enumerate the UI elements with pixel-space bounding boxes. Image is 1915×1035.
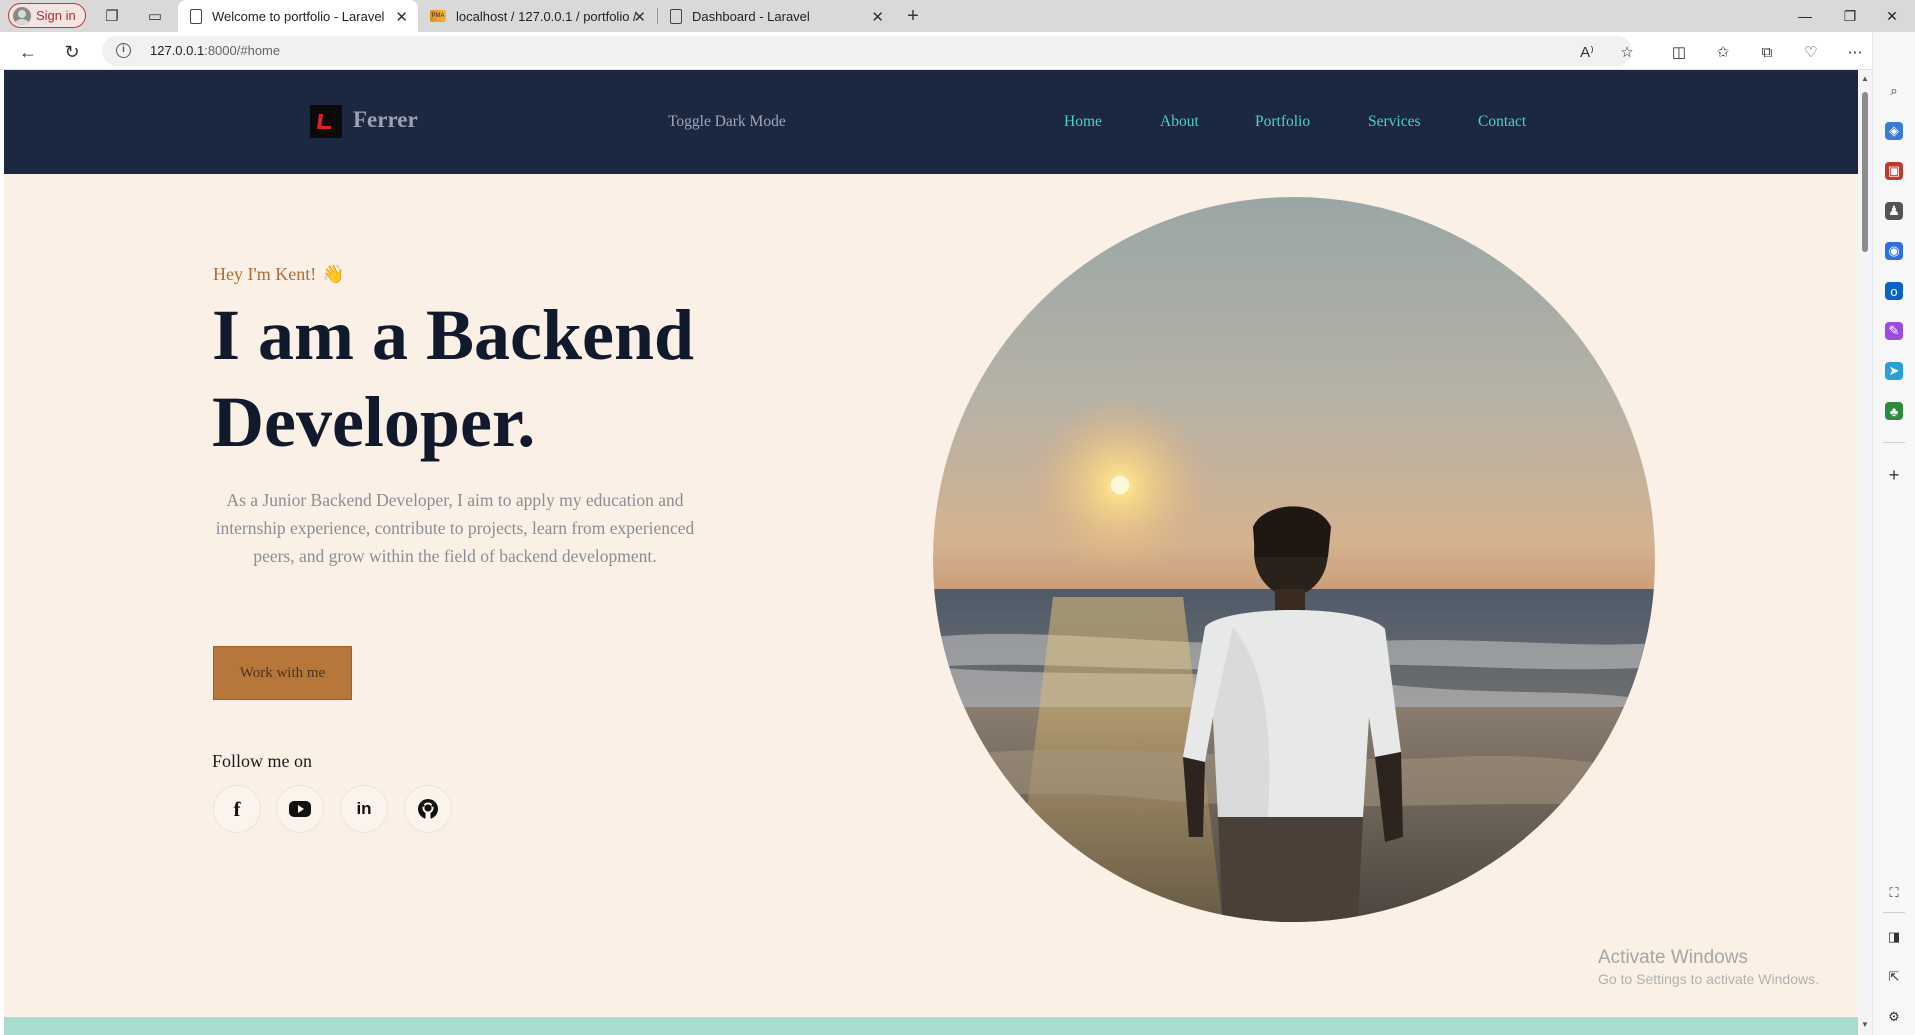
designer-icon[interactable]: ✎ bbox=[1885, 322, 1903, 340]
open-external-icon[interactable]: ⇱ bbox=[1885, 968, 1903, 986]
greeting-text: Hey I'm Kent! bbox=[213, 264, 317, 284]
hero-description: As a Junior Backend Developer, I aim to … bbox=[215, 490, 695, 566]
scroll-up-arrow-icon[interactable]: ▲ bbox=[1861, 74, 1869, 83]
profile-button[interactable]: Sign in bbox=[8, 3, 86, 28]
nav-link-about[interactable]: About bbox=[1160, 113, 1199, 131]
facebook-icon[interactable]: f bbox=[213, 785, 261, 833]
browser-essentials-icon[interactable]: ♡ bbox=[1800, 41, 1822, 63]
profile-label: Sign in bbox=[36, 8, 76, 23]
refresh-icon[interactable]: ↻ bbox=[60, 40, 84, 64]
outlook-icon[interactable]: o bbox=[1885, 282, 1903, 300]
waving-hand-icon: 👋 bbox=[322, 264, 345, 284]
close-tab-icon[interactable]: ✕ bbox=[871, 8, 884, 26]
address-bar: ← ↻ i 127.0.0.1:8000/#home A⁾ ☆ ◫ ✩ ⧉ ♡ … bbox=[0, 32, 1915, 70]
linkedin-glyph: in bbox=[356, 799, 372, 818]
hero-headline: I am a Backend Developer. bbox=[212, 292, 772, 466]
profile-photo bbox=[933, 197, 1655, 922]
activate-windows-title: Activate Windows bbox=[1598, 947, 1748, 968]
nav-link-portfolio[interactable]: Portfolio bbox=[1255, 113, 1310, 131]
microsoft-365-icon[interactable]: ◉ bbox=[1885, 242, 1903, 260]
profile-avatar-icon bbox=[13, 6, 31, 25]
facebook-glyph: f bbox=[233, 796, 241, 821]
page-icon bbox=[670, 8, 682, 24]
restore-icon[interactable]: ❐ bbox=[1830, 4, 1870, 28]
tab-portfolio[interactable]: Welcome to portfolio - Laravel ✕ bbox=[178, 0, 418, 32]
youtube-icon[interactable] bbox=[276, 785, 324, 833]
screenshot-icon[interactable]: ⛶ bbox=[1885, 884, 1903, 902]
activate-windows-subtitle: Go to Settings to activate Windows. bbox=[1598, 971, 1819, 987]
phpmyadmin-icon: PMA bbox=[430, 10, 446, 22]
greeting: Hey I'm Kent! 👋 bbox=[213, 264, 345, 285]
close-tab-icon[interactable]: ✕ bbox=[633, 8, 646, 26]
close-window-icon[interactable]: ✕ bbox=[1872, 4, 1912, 28]
toggle-dark-mode-button[interactable]: Toggle Dark Mode bbox=[668, 113, 786, 131]
work-with-me-button[interactable]: Work with me bbox=[213, 646, 352, 700]
tab-dashboard[interactable]: Dashboard - Laravel ✕ bbox=[658, 0, 894, 32]
vertical-tabs-icon[interactable]: ▭ bbox=[144, 5, 166, 27]
page-icon bbox=[190, 8, 202, 24]
site-info-icon[interactable]: i bbox=[116, 43, 131, 58]
tab-phpmyadmin[interactable]: PMA localhost / 127.0.0.1 / portfolio / … bbox=[418, 0, 656, 32]
sidebar-divider bbox=[1883, 912, 1905, 913]
browser-tab-bar: Sign in ❐ ▭ Welcome to portfolio - Larav… bbox=[0, 0, 1915, 32]
favorite-star-icon[interactable]: ☆ bbox=[1616, 41, 1638, 63]
nav-link-contact[interactable]: Contact bbox=[1478, 113, 1526, 131]
tree-icon[interactable]: ♣ bbox=[1885, 402, 1903, 420]
back-icon[interactable]: ← bbox=[16, 40, 40, 64]
tab-title: localhost / 127.0.0.1 / portfolio / bbox=[456, 8, 637, 24]
close-tab-icon[interactable]: ✕ bbox=[395, 8, 408, 26]
minimize-icon[interactable]: — bbox=[1785, 4, 1825, 28]
favorites-icon[interactable]: ✩ bbox=[1712, 41, 1734, 63]
telegram-icon[interactable]: ➤ bbox=[1885, 362, 1903, 380]
next-section-band bbox=[4, 1017, 1858, 1035]
collections-icon[interactable]: ⧉ bbox=[1756, 41, 1778, 63]
new-tab-icon[interactable]: + bbox=[902, 5, 924, 27]
edge-sidebar: ⌕ ◈ ▣ ♟ ◉ o ✎ ➤ ♣ + ⛶ ◨ ⇱ ⚙ bbox=[1872, 32, 1915, 1035]
read-aloud-icon[interactable]: A⁾ bbox=[1576, 41, 1598, 63]
page-scrollbar[interactable]: ▲ ▼ bbox=[1858, 70, 1872, 1035]
workspaces-icon[interactable]: ❐ bbox=[101, 5, 123, 27]
split-screen-icon[interactable]: ◫ bbox=[1668, 41, 1690, 63]
tools-icon[interactable]: ▣ bbox=[1885, 162, 1903, 180]
follow-label: Follow me on bbox=[212, 751, 313, 771]
scrollbar-thumb[interactable] bbox=[1862, 92, 1868, 252]
shopping-icon[interactable]: ◈ bbox=[1885, 122, 1903, 140]
url-host: 127.0.0.1 bbox=[150, 43, 205, 58]
more-menu-icon[interactable]: ⋯ bbox=[1844, 41, 1866, 63]
page-viewport: Ferrer Toggle Dark Mode Home About Portf… bbox=[4, 70, 1858, 1035]
tab-title: Dashboard - Laravel bbox=[692, 8, 810, 24]
site-navbar: Ferrer Toggle Dark Mode Home About Portf… bbox=[4, 70, 1858, 174]
games-icon[interactable]: ♟ bbox=[1885, 202, 1903, 220]
site-brand[interactable]: Ferrer bbox=[353, 107, 418, 133]
url-text: 127.0.0.1:8000/#home bbox=[150, 43, 280, 58]
headline-line-1: I am a Backend bbox=[212, 295, 695, 375]
tab-title: Welcome to portfolio - Laravel bbox=[212, 8, 385, 24]
url-path: :8000/#home bbox=[204, 43, 281, 58]
linkedin-icon[interactable]: in bbox=[340, 785, 388, 833]
headline-line-2: Developer. bbox=[212, 382, 536, 462]
search-icon[interactable]: ⌕ bbox=[1885, 82, 1903, 100]
nav-link-home[interactable]: Home bbox=[1064, 113, 1102, 131]
site-logo-icon[interactable] bbox=[310, 105, 342, 138]
nav-link-services[interactable]: Services bbox=[1368, 113, 1421, 131]
sidebar-divider bbox=[1883, 442, 1905, 443]
settings-gear-icon[interactable]: ⚙ bbox=[1885, 1008, 1903, 1026]
hide-sidebar-icon[interactable]: ◨ bbox=[1885, 928, 1903, 946]
add-sidebar-app-icon[interactable]: + bbox=[1885, 465, 1903, 485]
github-icon[interactable] bbox=[404, 785, 452, 833]
scroll-down-arrow-icon[interactable]: ▼ bbox=[1861, 1020, 1869, 1029]
url-field[interactable]: i 127.0.0.1:8000/#home bbox=[102, 36, 1632, 66]
